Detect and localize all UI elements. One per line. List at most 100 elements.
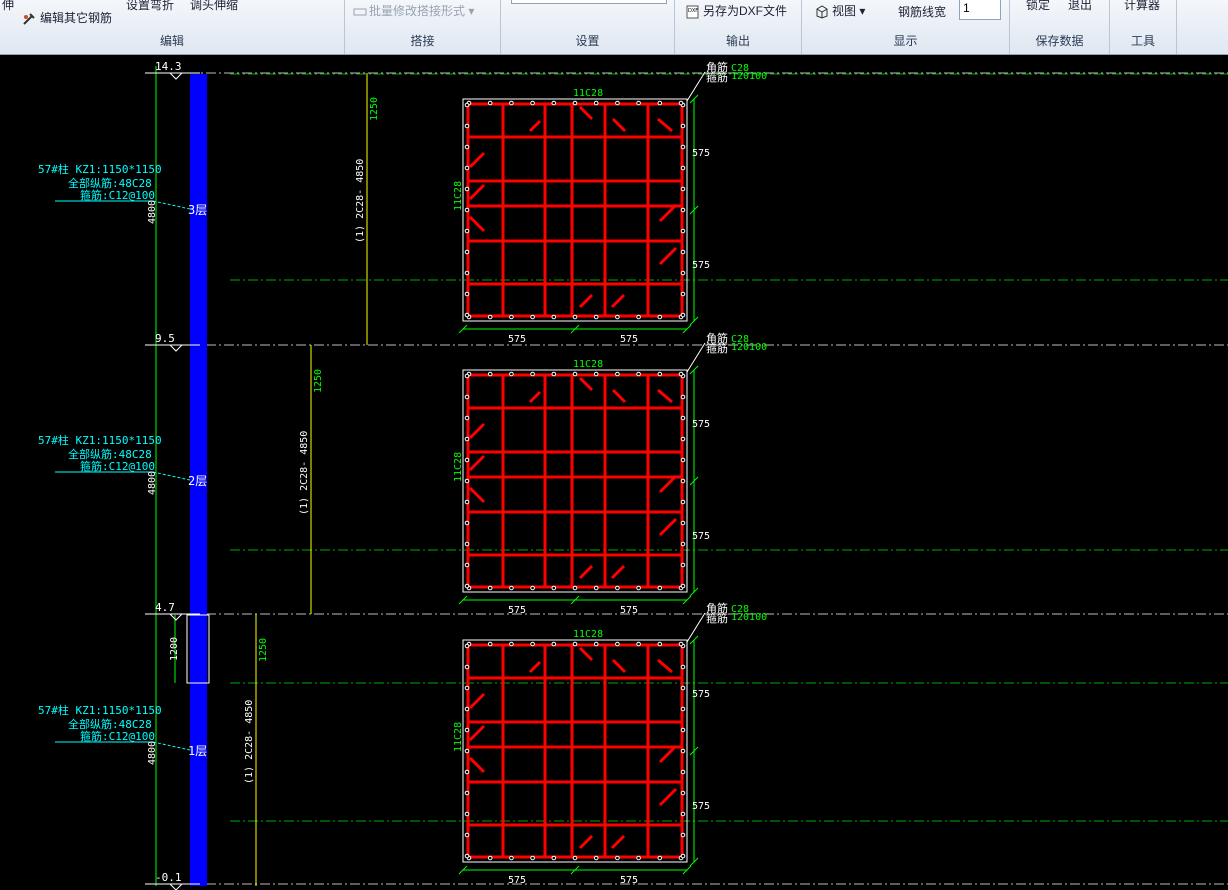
longitudinal-bar (680, 123, 686, 129)
line-width-label: 钢筋线宽 (898, 5, 947, 19)
longitudinal-bar (551, 371, 557, 377)
longitudinal-bar (680, 249, 686, 255)
stirrup-hook (578, 646, 594, 662)
floor-label: 2层 (188, 474, 207, 488)
longitudinal-bar (680, 394, 686, 400)
longitudinal-bar (636, 314, 641, 320)
longitudinal-bar (680, 832, 686, 838)
stirrup-hook (657, 117, 673, 133)
longitudinal-bar (509, 314, 514, 320)
stirrup-spec-label: 120100 (731, 71, 767, 82)
longitudinal-bar (487, 855, 493, 861)
calculator-button[interactable]: 计算器 (1124, 0, 1160, 13)
longitudinal-bar (464, 664, 470, 670)
splice-length: 1250 (369, 97, 380, 121)
stirrup-hook (468, 422, 486, 440)
stirrup-hook (611, 117, 627, 133)
stirrup-hook (468, 692, 486, 710)
longitudinal-bar (551, 855, 557, 861)
longitudinal-bar (636, 100, 641, 106)
top-bars-label: 11C28 (573, 359, 603, 370)
dim-label-right-lower: 575 (692, 801, 710, 812)
stirrup-hook (578, 293, 594, 309)
dense-zone-text: 1200 (169, 637, 180, 661)
line-width-input[interactable]: 1 (959, 0, 1001, 20)
longitudinal-bar (464, 790, 470, 796)
cad-drawing[interactable]: 120014.39.54.7-0.157#柱 KZ1:1150*1150全部纵筋… (0, 56, 1228, 890)
column-stirrups: 箍筋:C12@100 (80, 459, 155, 473)
splice-icon (353, 8, 367, 16)
lock-button[interactable]: 锁定 (1026, 0, 1050, 13)
top-bars-label: 11C28 (573, 629, 603, 640)
longitudinal-bar (464, 748, 470, 754)
longitudinal-bar (464, 291, 470, 297)
longitudinal-bar (615, 314, 620, 320)
longitudinal-bar (464, 499, 470, 505)
longitudinal-bar (509, 641, 514, 647)
view-button[interactable]: 视图 ▾ (814, 2, 865, 19)
longitudinal-bar (530, 641, 535, 647)
display-group: 视图 ▾ 钢筋线宽 1 显示 (802, 0, 1010, 54)
longitudinal-bar (593, 314, 599, 320)
splice-group-title: 搭接 (410, 34, 435, 48)
edit-other-rebar-label: 编辑其它钢筋 (40, 11, 113, 25)
longitudinal-bar (509, 585, 514, 591)
cube-view-icon (816, 5, 828, 19)
longitudinal-bar (593, 641, 599, 647)
stirrup-hook (528, 119, 542, 133)
longitudinal-bar (464, 685, 470, 691)
stirrup-label: 箍筋 (706, 70, 728, 84)
column-stirrups: 箍筋:C12@100 (80, 188, 155, 202)
longitudinal-bar (636, 855, 641, 861)
column-long-bars: 全部纵筋:48C28 (68, 447, 152, 461)
save-dxf-button[interactable]: DXF 另存为DXF文件 (685, 2, 787, 19)
longitudinal-bar (657, 585, 663, 591)
stirrup-hook (578, 564, 594, 580)
dim-label-bottom-left: 575 (508, 875, 526, 886)
longitudinal-bar (464, 541, 470, 547)
top-bars-label: 11C28 (573, 88, 603, 99)
elevation-label: -0.1 (155, 871, 182, 884)
longitudinal-bar (551, 100, 557, 106)
longitudinal-bar (464, 562, 470, 568)
save-data-group: 锁定 退出 保存数据 (1010, 0, 1110, 54)
drawing-canvas[interactable]: 1200 14.3 9.5 4.7 -0.1 57#柱 KZ1:1150*1150 全部纵筋… (0, 56, 1228, 890)
longitudinal-bar (680, 457, 686, 463)
longitudinal-bar (572, 855, 578, 861)
elevation-triangle (168, 72, 184, 80)
side-bars-label: 11C28 (453, 181, 464, 211)
set-bend-button[interactable]: 设置弯折 (126, 0, 174, 13)
longitudinal-bar (680, 520, 686, 526)
exit-button[interactable]: 退出 (1068, 0, 1092, 13)
dim-label-right-lower: 575 (692, 531, 710, 542)
dim-label-right-lower: 575 (692, 260, 710, 271)
longitudinal-bar (464, 394, 470, 400)
adjust-head-button[interactable]: 调头伸缩 (190, 0, 238, 13)
edit-other-rebar-button[interactable]: 编辑其它钢筋 (22, 9, 112, 26)
longitudinal-bar (464, 706, 470, 712)
longitudinal-bar (680, 144, 686, 150)
stirrup-hook (468, 183, 486, 201)
dim-label-right-upper: 575 (692, 689, 710, 700)
view-label: 视图 (832, 4, 857, 18)
tools-group: 计算器 工具 (1110, 0, 1177, 54)
longitudinal-bar (464, 123, 470, 129)
longitudinal-bar (680, 478, 686, 484)
longitudinal-bar (680, 583, 686, 589)
longitudinal-bar (593, 585, 599, 591)
longitudinal-bar (680, 415, 686, 421)
column-stirrups: 箍筋:C12@100 (80, 729, 155, 743)
longitudinal-bar (636, 585, 641, 591)
longitudinal-bar (615, 371, 620, 377)
longitudinal-bar (464, 811, 470, 817)
dim-label-bottom-right: 575 (620, 334, 638, 345)
stirrup-hook (468, 454, 486, 472)
longitudinal-bar (487, 314, 493, 320)
stirrup-hook (658, 246, 678, 266)
batch-modify-splice-button[interactable]: 批量修改搭接形式 ▾ (353, 2, 474, 19)
stretch-button[interactable]: 伸 (2, 0, 14, 13)
longitudinal-bar (680, 769, 686, 775)
settings-dropdown[interactable] (511, 0, 667, 4)
longitudinal-bar (572, 585, 578, 591)
longitudinal-bar (680, 748, 686, 754)
